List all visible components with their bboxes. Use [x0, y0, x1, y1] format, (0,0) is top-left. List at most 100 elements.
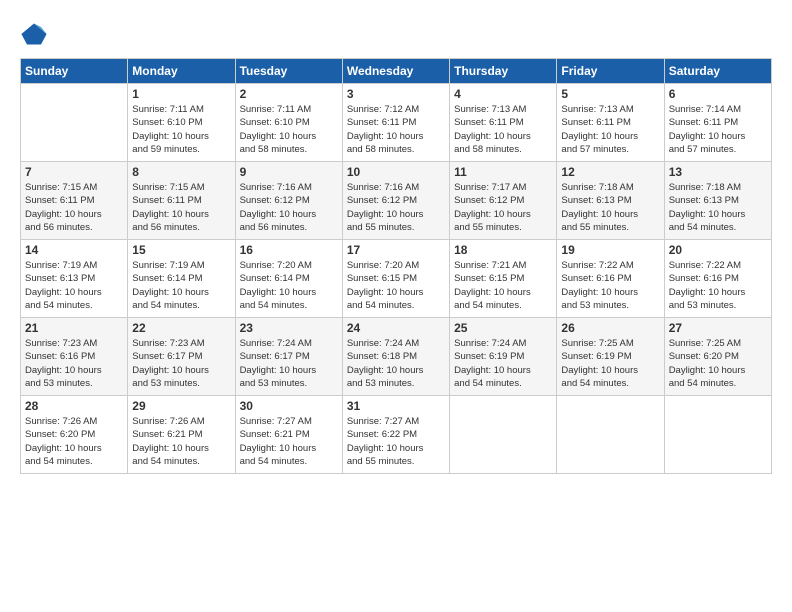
day-info: Sunrise: 7:23 AM Sunset: 6:16 PM Dayligh…	[25, 337, 123, 390]
day-cell: 13 Sunrise: 7:18 AM Sunset: 6:13 PM Dayli…	[664, 162, 771, 240]
day-info: Sunrise: 7:13 AM Sunset: 6:11 PM Dayligh…	[454, 103, 552, 156]
day-number: 25	[454, 321, 552, 335]
day-number: 21	[25, 321, 123, 335]
week-row-5: 28 Sunrise: 7:26 AM Sunset: 6:20 PM Dayli…	[21, 396, 772, 474]
day-number: 2	[240, 87, 338, 101]
day-number: 20	[669, 243, 767, 257]
day-info: Sunrise: 7:24 AM Sunset: 6:18 PM Dayligh…	[347, 337, 445, 390]
day-cell: 6Sunrise: 7:14 AM Sunset: 6:11 PM Daylig…	[664, 84, 771, 162]
day-number: 17	[347, 243, 445, 257]
day-cell: 15Sunrise: 7:19 AM Sunset: 6:14 PM Dayli…	[128, 240, 235, 318]
day-info: Sunrise: 7:26 AM Sunset: 6:21 PM Dayligh…	[132, 415, 230, 468]
day-cell: 21 Sunrise: 7:23 AM Sunset: 6:16 PM Dayli…	[21, 318, 128, 396]
day-number: 1	[132, 87, 230, 101]
day-info: Sunrise: 7:15 AM Sunset: 6:11 PM Dayligh…	[25, 181, 123, 234]
col-header-thursday: Thursday	[450, 59, 557, 84]
day-cell: 19 Sunrise: 7:22 AM Sunset: 6:16 PM Dayli…	[557, 240, 664, 318]
header	[20, 20, 772, 48]
day-info: Sunrise: 7:14 AM Sunset: 6:11 PM Dayligh…	[669, 103, 767, 156]
day-cell: 8 Sunrise: 7:15 AM Sunset: 6:11 PM Daylig…	[128, 162, 235, 240]
day-info: Sunrise: 7:23 AM Sunset: 6:17 PM Dayligh…	[132, 337, 230, 390]
day-info: Sunrise: 7:15 AM Sunset: 6:11 PM Dayligh…	[132, 181, 230, 234]
day-cell: 7Sunrise: 7:15 AM Sunset: 6:11 PM Daylig…	[21, 162, 128, 240]
day-cell: 25 Sunrise: 7:24 AM Sunset: 6:19 PM Dayli…	[450, 318, 557, 396]
day-number: 30	[240, 399, 338, 413]
day-info: Sunrise: 7:22 AM Sunset: 6:16 PM Dayligh…	[669, 259, 767, 312]
day-cell: 12Sunrise: 7:18 AM Sunset: 6:13 PM Dayli…	[557, 162, 664, 240]
col-header-tuesday: Tuesday	[235, 59, 342, 84]
day-cell: 9 Sunrise: 7:16 AM Sunset: 6:12 PM Daylig…	[235, 162, 342, 240]
week-row-2: 7Sunrise: 7:15 AM Sunset: 6:11 PM Daylig…	[21, 162, 772, 240]
day-info: Sunrise: 7:13 AM Sunset: 6:11 PM Dayligh…	[561, 103, 659, 156]
day-number: 27	[669, 321, 767, 335]
logo-icon	[20, 20, 48, 48]
day-info: Sunrise: 7:26 AM Sunset: 6:20 PM Dayligh…	[25, 415, 123, 468]
day-cell: 3 Sunrise: 7:12 AM Sunset: 6:11 PM Daylig…	[342, 84, 449, 162]
day-cell	[450, 396, 557, 474]
week-row-3: 14 Sunrise: 7:19 AM Sunset: 6:13 PM Dayli…	[21, 240, 772, 318]
day-cell: 5 Sunrise: 7:13 AM Sunset: 6:11 PM Daylig…	[557, 84, 664, 162]
day-cell: 22 Sunrise: 7:23 AM Sunset: 6:17 PM Dayli…	[128, 318, 235, 396]
day-cell: 1 Sunrise: 7:11 AM Sunset: 6:10 PM Daylig…	[128, 84, 235, 162]
week-row-1: 1 Sunrise: 7:11 AM Sunset: 6:10 PM Daylig…	[21, 84, 772, 162]
week-row-4: 21 Sunrise: 7:23 AM Sunset: 6:16 PM Dayli…	[21, 318, 772, 396]
day-number: 3	[347, 87, 445, 101]
day-info: Sunrise: 7:19 AM Sunset: 6:13 PM Dayligh…	[25, 259, 123, 312]
calendar-table: SundayMondayTuesdayWednesdayThursdayFrid…	[20, 58, 772, 474]
day-cell: 10Sunrise: 7:16 AM Sunset: 6:12 PM Dayli…	[342, 162, 449, 240]
day-cell: 24 Sunrise: 7:24 AM Sunset: 6:18 PM Dayli…	[342, 318, 449, 396]
logo	[20, 20, 52, 48]
col-header-friday: Friday	[557, 59, 664, 84]
day-number: 11	[454, 165, 552, 179]
day-number: 26	[561, 321, 659, 335]
day-info: Sunrise: 7:16 AM Sunset: 6:12 PM Dayligh…	[240, 181, 338, 234]
col-header-sunday: Sunday	[21, 59, 128, 84]
col-header-saturday: Saturday	[664, 59, 771, 84]
day-number: 14	[25, 243, 123, 257]
day-cell: 4Sunrise: 7:13 AM Sunset: 6:11 PM Daylig…	[450, 84, 557, 162]
day-info: Sunrise: 7:18 AM Sunset: 6:13 PM Dayligh…	[669, 181, 767, 234]
day-number: 31	[347, 399, 445, 413]
day-number: 29	[132, 399, 230, 413]
day-info: Sunrise: 7:22 AM Sunset: 6:16 PM Dayligh…	[561, 259, 659, 312]
day-cell: 20 Sunrise: 7:22 AM Sunset: 6:16 PM Dayli…	[664, 240, 771, 318]
col-header-wednesday: Wednesday	[342, 59, 449, 84]
col-header-monday: Monday	[128, 59, 235, 84]
day-cell: 28 Sunrise: 7:26 AM Sunset: 6:20 PM Dayli…	[21, 396, 128, 474]
day-number: 12	[561, 165, 659, 179]
day-info: Sunrise: 7:20 AM Sunset: 6:15 PM Dayligh…	[347, 259, 445, 312]
day-cell: 18 Sunrise: 7:21 AM Sunset: 6:15 PM Dayli…	[450, 240, 557, 318]
day-cell	[664, 396, 771, 474]
day-info: Sunrise: 7:11 AM Sunset: 6:10 PM Dayligh…	[132, 103, 230, 156]
day-info: Sunrise: 7:24 AM Sunset: 6:19 PM Dayligh…	[454, 337, 552, 390]
day-info: Sunrise: 7:12 AM Sunset: 6:11 PM Dayligh…	[347, 103, 445, 156]
day-number: 18	[454, 243, 552, 257]
day-number: 8	[132, 165, 230, 179]
day-info: Sunrise: 7:17 AM Sunset: 6:12 PM Dayligh…	[454, 181, 552, 234]
day-number: 24	[347, 321, 445, 335]
day-info: Sunrise: 7:24 AM Sunset: 6:17 PM Dayligh…	[240, 337, 338, 390]
day-cell: 27Sunrise: 7:25 AM Sunset: 6:20 PM Dayli…	[664, 318, 771, 396]
day-cell: 2 Sunrise: 7:11 AM Sunset: 6:10 PM Daylig…	[235, 84, 342, 162]
day-cell: 17 Sunrise: 7:20 AM Sunset: 6:15 PM Dayli…	[342, 240, 449, 318]
day-cell: 29 Sunrise: 7:26 AM Sunset: 6:21 PM Dayli…	[128, 396, 235, 474]
header-row: SundayMondayTuesdayWednesdayThursdayFrid…	[21, 59, 772, 84]
day-number: 9	[240, 165, 338, 179]
day-info: Sunrise: 7:27 AM Sunset: 6:22 PM Dayligh…	[347, 415, 445, 468]
day-cell: 30Sunrise: 7:27 AM Sunset: 6:21 PM Dayli…	[235, 396, 342, 474]
day-cell: 14 Sunrise: 7:19 AM Sunset: 6:13 PM Dayli…	[21, 240, 128, 318]
day-cell: 23 Sunrise: 7:24 AM Sunset: 6:17 PM Dayli…	[235, 318, 342, 396]
day-number: 23	[240, 321, 338, 335]
day-number: 13	[669, 165, 767, 179]
day-number: 22	[132, 321, 230, 335]
day-cell: 26Sunrise: 7:25 AM Sunset: 6:19 PM Dayli…	[557, 318, 664, 396]
day-info: Sunrise: 7:11 AM Sunset: 6:10 PM Dayligh…	[240, 103, 338, 156]
day-number: 19	[561, 243, 659, 257]
day-number: 28	[25, 399, 123, 413]
day-info: Sunrise: 7:21 AM Sunset: 6:15 PM Dayligh…	[454, 259, 552, 312]
day-cell	[557, 396, 664, 474]
day-cell: 31 Sunrise: 7:27 AM Sunset: 6:22 PM Dayli…	[342, 396, 449, 474]
day-info: Sunrise: 7:19 AM Sunset: 6:14 PM Dayligh…	[132, 259, 230, 312]
day-number: 16	[240, 243, 338, 257]
day-number: 5	[561, 87, 659, 101]
